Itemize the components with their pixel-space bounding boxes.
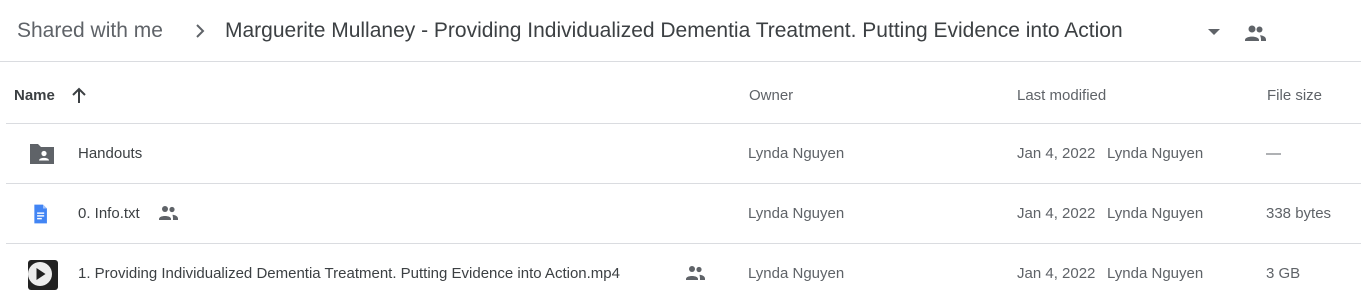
file-name[interactable]: 0. Info.txt bbox=[78, 204, 140, 224]
file-owner: Lynda Nguyen bbox=[748, 205, 845, 222]
file-modified-by: Lynda Nguyen bbox=[1107, 145, 1204, 162]
breadcrumb-current-folder[interactable]: Marguerite Mullaney - Providing Individu… bbox=[225, 17, 1123, 45]
file-row-video-mp4[interactable]: 1. Providing Individualized Dementia Tre… bbox=[6, 244, 1361, 302]
sort-ascending-arrow-icon[interactable] bbox=[69, 86, 89, 106]
file-owner: Lynda Nguyen bbox=[748, 145, 845, 162]
chevron-right-icon bbox=[196, 24, 205, 38]
breadcrumb-shared-with-me[interactable]: Shared with me bbox=[17, 17, 163, 45]
dropdown-arrow-icon[interactable] bbox=[1204, 24, 1224, 40]
video-thumbnail bbox=[28, 260, 58, 290]
file-row-info-txt[interactable]: 0. Info.txt Lynda Nguyen Jan 4, 2022 Lyn… bbox=[6, 184, 1361, 244]
file-modified-date: Jan 4, 2022 bbox=[1017, 205, 1096, 222]
drive-file-list-page: Shared with me Marguerite Mullaney - Pro… bbox=[0, 0, 1361, 302]
column-header-last-modified[interactable]: Last modified bbox=[1017, 86, 1106, 106]
shared-folder-icon bbox=[30, 144, 54, 164]
google-doc-icon bbox=[34, 204, 47, 224]
breadcrumb: Shared with me Marguerite Mullaney - Pro… bbox=[0, 0, 1361, 62]
column-header-owner[interactable]: Owner bbox=[749, 86, 793, 106]
file-owner: Lynda Nguyen bbox=[748, 265, 845, 282]
column-header-name[interactable]: Name bbox=[14, 86, 55, 106]
column-header-row: Name Owner Last modified File size bbox=[6, 62, 1361, 124]
play-icon bbox=[28, 262, 52, 286]
people-icon[interactable] bbox=[1243, 22, 1267, 44]
file-size: — bbox=[1266, 145, 1281, 162]
file-modified-by: Lynda Nguyen bbox=[1107, 265, 1204, 282]
file-name[interactable]: Handouts bbox=[78, 144, 142, 164]
column-header-file-size[interactable]: File size bbox=[1267, 86, 1322, 106]
file-name[interactable]: 1. Providing Individualized Dementia Tre… bbox=[78, 264, 620, 284]
shared-people-icon bbox=[686, 266, 705, 280]
file-row-handouts[interactable]: Handouts Lynda Nguyen Jan 4, 2022 Lynda … bbox=[6, 124, 1361, 184]
file-modified-by: Lynda Nguyen bbox=[1107, 205, 1204, 222]
file-size: 338 bytes bbox=[1266, 205, 1332, 222]
file-size: 3 GB bbox=[1266, 265, 1301, 282]
shared-people-icon bbox=[159, 206, 178, 220]
file-modified-date: Jan 4, 2022 bbox=[1017, 265, 1096, 282]
file-modified-date: Jan 4, 2022 bbox=[1017, 145, 1096, 162]
